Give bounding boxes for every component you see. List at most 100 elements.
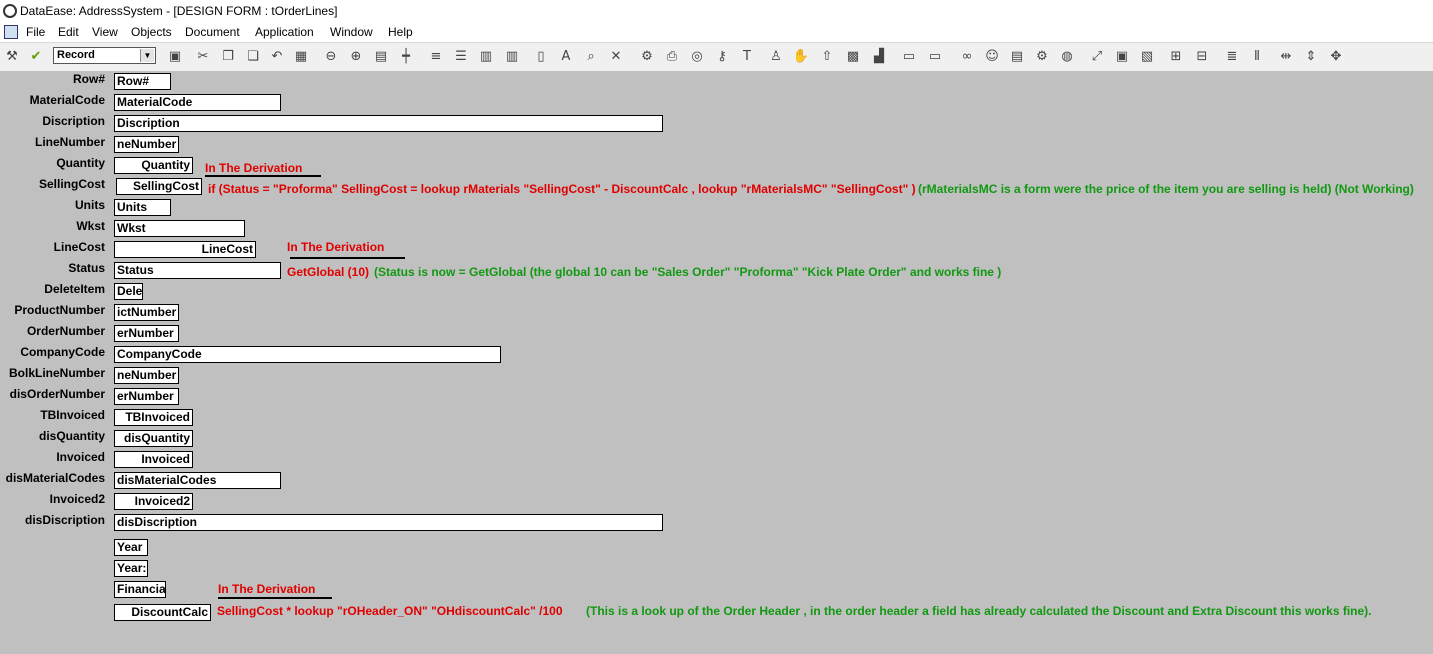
grid-icon[interactable]: ▦ bbox=[291, 46, 311, 66]
note-status-comment: (Status is now = GetGlobal (the global 1… bbox=[374, 265, 1002, 279]
field-status[interactable]: Status bbox=[114, 262, 281, 279]
cross-icon[interactable]: ✕ bbox=[606, 46, 626, 66]
tools-icon[interactable]: ⚙ bbox=[637, 46, 657, 66]
field-year[interactable]: Year bbox=[114, 539, 148, 556]
label-companycode: CompanyCode bbox=[20, 345, 105, 359]
field-linecost[interactable]: LineCost bbox=[114, 241, 256, 258]
field-units[interactable]: Units bbox=[114, 199, 171, 216]
zoom-in-icon[interactable]: ⊕ bbox=[346, 46, 366, 66]
window-icon[interactable]: ▭ bbox=[899, 46, 919, 66]
menu-help[interactable]: Help bbox=[388, 25, 413, 39]
field-ordernumber[interactable]: erNumber bbox=[114, 325, 179, 342]
hand-icon[interactable]: ✋ bbox=[791, 46, 811, 66]
field-dismaterialcodes[interactable]: disMaterialCodes bbox=[114, 472, 281, 489]
field-year2[interactable]: Year: bbox=[114, 560, 148, 577]
person-icon[interactable]: ♙ bbox=[766, 46, 786, 66]
field-disdiscription[interactable]: disDiscription bbox=[114, 514, 663, 531]
label-units: Units bbox=[75, 198, 105, 212]
menu-window[interactable]: Window bbox=[330, 25, 373, 39]
field-tbinvoiced[interactable]: TBInvoiced bbox=[114, 409, 193, 426]
arrow-up-icon[interactable]: ⇧ bbox=[817, 46, 837, 66]
field-disquantity[interactable]: disQuantity bbox=[114, 430, 193, 447]
undo-icon[interactable]: ↶ bbox=[267, 46, 287, 66]
note-sellingcost-comment: (rMaterialsMC is a form were the price o… bbox=[918, 182, 1414, 196]
chart-icon[interactable]: ▟ bbox=[869, 46, 889, 66]
page-icon[interactable]: ▯ bbox=[531, 46, 551, 66]
hspace-icon[interactable]: ⇹ bbox=[1276, 46, 1296, 66]
menu-file[interactable]: File bbox=[26, 25, 45, 39]
note-financia-derivation: In The Derivation bbox=[218, 582, 316, 596]
resize-icon[interactable]: ⤢ bbox=[1087, 46, 1107, 66]
field-invoiced[interactable]: Invoiced bbox=[114, 451, 193, 468]
field-disordernumber[interactable]: erNumber bbox=[114, 388, 179, 405]
doc-icon[interactable]: ▤ bbox=[1007, 46, 1027, 66]
frame-icon[interactable]: ▣ bbox=[1112, 46, 1132, 66]
field-quantity[interactable]: Quantity bbox=[114, 157, 193, 174]
smiley-icon[interactable]: ☺ bbox=[982, 46, 1002, 66]
checker-icon[interactable]: ▩ bbox=[843, 46, 863, 66]
vbar-icon[interactable]: ⊞ bbox=[1166, 46, 1186, 66]
menu-objects[interactable]: Objects bbox=[131, 25, 172, 39]
underline bbox=[218, 597, 332, 599]
field-invoiced2[interactable]: Invoiced2 bbox=[114, 493, 193, 510]
menu-view[interactable]: View bbox=[92, 25, 118, 39]
text-a-icon[interactable]: A bbox=[556, 46, 576, 66]
menu-application[interactable]: Application bbox=[255, 25, 314, 39]
label-sellingcost: SellingCost bbox=[38, 177, 105, 191]
split-icon[interactable]: ▧ bbox=[1137, 46, 1157, 66]
pointer-icon[interactable]: ┿ bbox=[396, 46, 416, 66]
field-wkst[interactable]: Wkst bbox=[114, 220, 245, 237]
field-materialcode[interactable]: MaterialCode bbox=[114, 94, 281, 111]
field-financia[interactable]: Financia bbox=[114, 581, 166, 598]
field-bolklinenumber[interactable]: neNumber bbox=[114, 367, 179, 384]
field-linenumber[interactable]: neNumber bbox=[114, 136, 179, 153]
chevron-down-icon[interactable]: ▼ bbox=[140, 49, 154, 62]
check-icon[interactable]: ✔ bbox=[26, 46, 46, 66]
label-linenumber: LineNumber bbox=[34, 135, 105, 149]
label-disordernumber: disOrderNumber bbox=[9, 387, 105, 401]
globe-icon[interactable]: ◍ bbox=[1057, 46, 1077, 66]
label-invoiced: Invoiced bbox=[56, 450, 105, 464]
bars-icon[interactable]: ▥ bbox=[476, 46, 496, 66]
mode-select[interactable]: Record ▼ bbox=[53, 47, 156, 64]
window2-icon[interactable]: ▭ bbox=[925, 46, 945, 66]
field-discription[interactable]: Discription bbox=[114, 115, 663, 132]
field-deleteitem[interactable]: Dele bbox=[114, 283, 143, 300]
save-icon[interactable]: ▣ bbox=[165, 46, 185, 66]
fill-icon[interactable]: ▤ bbox=[371, 46, 391, 66]
label-disquantity: disQuantity bbox=[38, 429, 105, 443]
paste-icon[interactable]: ❏ bbox=[243, 46, 263, 66]
binoculars-icon[interactable]: ∞ bbox=[957, 46, 977, 66]
move-icon[interactable]: ✥ bbox=[1326, 46, 1346, 66]
field-discountcalc[interactable]: DiscountCalc bbox=[114, 604, 211, 621]
bars2-icon[interactable]: ▥ bbox=[502, 46, 522, 66]
key-icon[interactable]: ⚷ bbox=[712, 46, 732, 66]
columns-icon[interactable]: ⦀ bbox=[1247, 46, 1267, 66]
label-discription: Discription bbox=[42, 114, 105, 128]
search-icon[interactable]: ⌕ bbox=[581, 46, 601, 66]
vbar2-icon[interactable]: ⊟ bbox=[1192, 46, 1212, 66]
lines-icon[interactable]: ≣ bbox=[1222, 46, 1242, 66]
copy-icon[interactable]: ❐ bbox=[218, 46, 238, 66]
wand-icon[interactable]: ⚒ bbox=[2, 46, 22, 66]
t-icon[interactable]: T bbox=[737, 46, 757, 66]
label-tbinvoiced: TBInvoiced bbox=[40, 408, 105, 422]
align-justify-icon[interactable]: ☰ bbox=[451, 46, 471, 66]
menu-edit[interactable]: Edit bbox=[58, 25, 79, 39]
cut-icon[interactable]: ✂ bbox=[193, 46, 213, 66]
menu-document[interactable]: Document bbox=[185, 25, 240, 39]
document-icon[interactable] bbox=[4, 25, 18, 39]
zoom-out-icon[interactable]: ⊖ bbox=[321, 46, 341, 66]
print-icon[interactable]: ⎙ bbox=[662, 46, 682, 66]
field-row[interactable]: Row# bbox=[114, 73, 171, 90]
field-sellingcost[interactable]: SellingCost bbox=[116, 178, 202, 195]
gear-icon[interactable]: ⚙ bbox=[1032, 46, 1052, 66]
toolbar: ⚒ ✔ Record ▼ ▣ ✂ ❐ ❏ ↶ ▦ ⊖ ⊕ ▤ ┿ ≡ ☰ ▥ ▥ ▯ A ⌕ ✕ ⚙ ⎙ ◎ ⚷ T ♙ ✋ ⇧ ▩… bbox=[0, 42, 1433, 72]
label-quantity: Quantity bbox=[56, 156, 105, 170]
note-sellingcost-derivation: if (Status = "Proforma" SellingCost = lo… bbox=[208, 182, 916, 196]
field-productnumber[interactable]: ictNumber bbox=[114, 304, 179, 321]
vspace-icon[interactable]: ⇕ bbox=[1301, 46, 1321, 66]
field-companycode[interactable]: CompanyCode bbox=[114, 346, 501, 363]
align-left-icon[interactable]: ≡ bbox=[426, 46, 446, 66]
disc-icon[interactable]: ◎ bbox=[687, 46, 707, 66]
